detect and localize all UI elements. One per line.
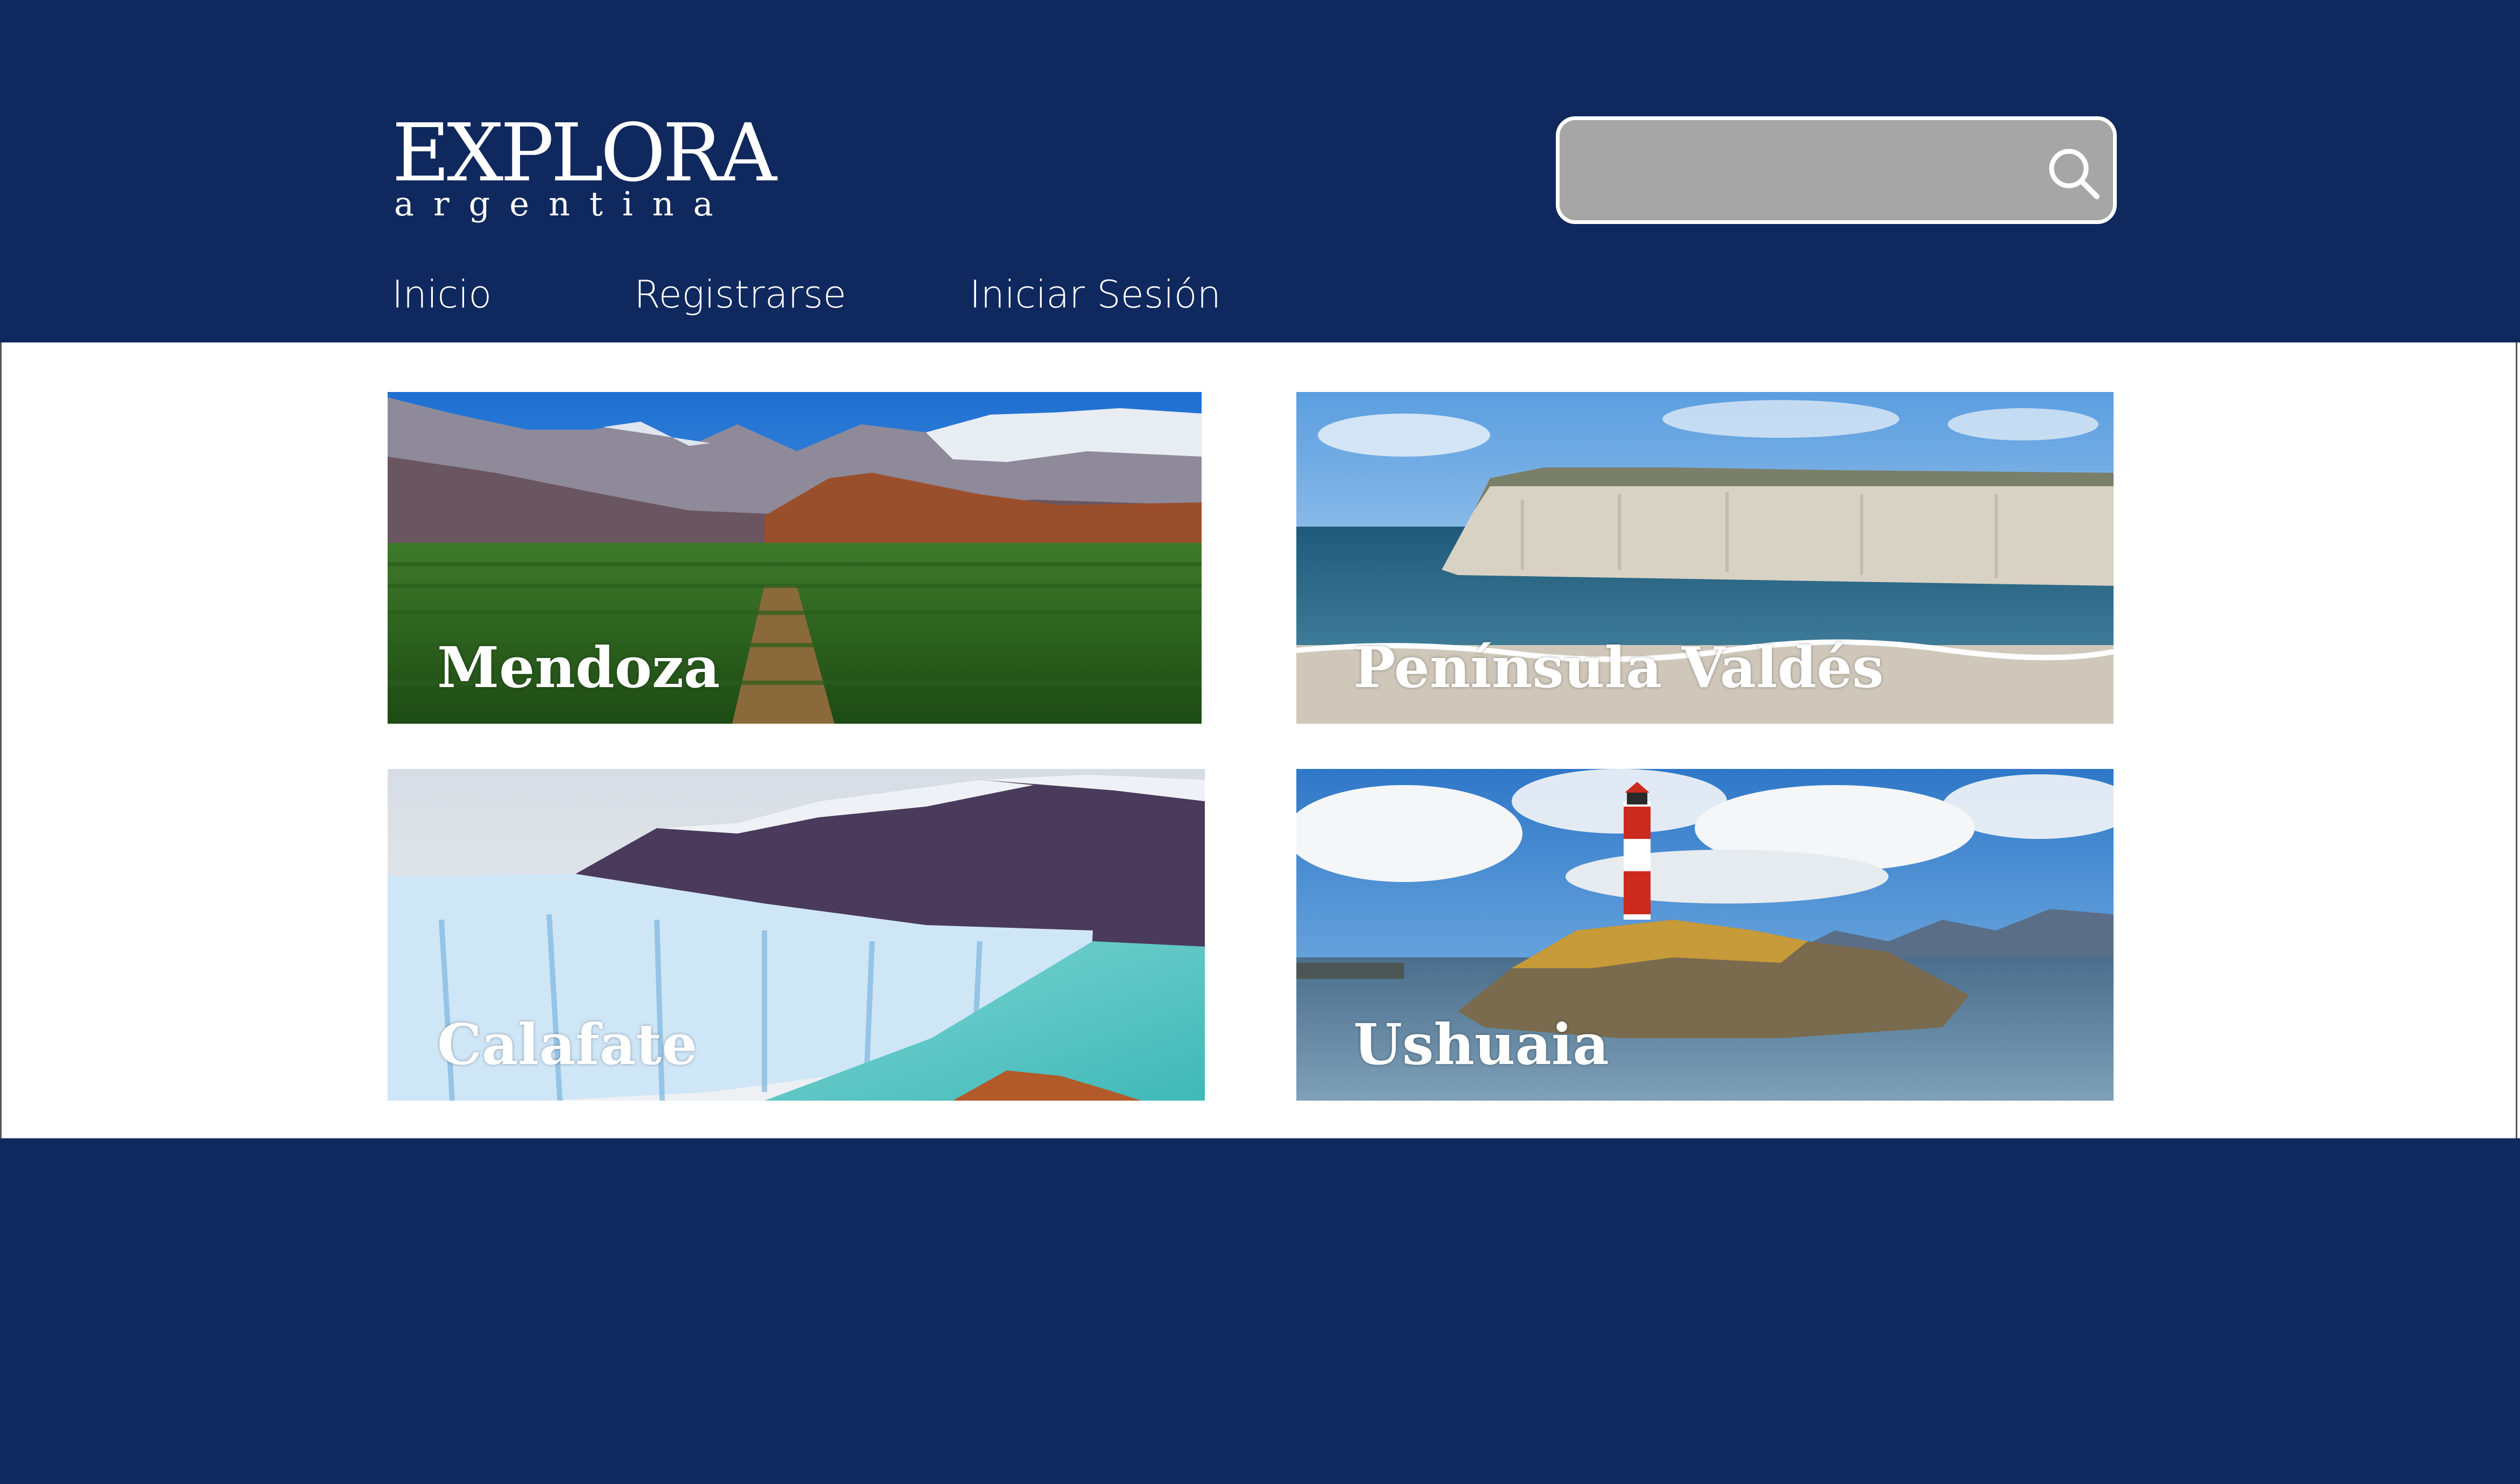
- search-bar: [1556, 116, 2117, 224]
- nav-link-registrarse[interactable]: Registrarse: [634, 270, 846, 319]
- explora-logo[interactable]: EXPLORA argentina: [392, 113, 777, 226]
- page-border-right: [2516, 342, 2517, 1138]
- destination-card-calafate[interactable]: Calafate: [388, 769, 1205, 1101]
- logo-subtitle: argentina: [394, 184, 733, 223]
- destination-label: Ushuaia: [1353, 1011, 1609, 1077]
- destination-card-ushuaia[interactable]: Ushuaia: [1296, 769, 2114, 1101]
- destination-label: Península Valdés: [1353, 634, 1884, 701]
- destination-label: Calafate: [437, 1011, 698, 1077]
- search-icon[interactable]: [2044, 144, 2103, 203]
- nav-link-iniciar-sesion[interactable]: Iniciar Sesión: [970, 270, 1221, 319]
- destination-card-mendoza[interactable]: Mendoza: [388, 392, 1202, 724]
- site-header: EXPLORA argentina Inicio Registrarse Ini…: [0, 0, 2520, 342]
- page-border-left: [0, 342, 2, 1138]
- site-footer: [0, 1138, 2520, 1484]
- nav-link-inicio[interactable]: Inicio: [392, 270, 492, 319]
- logo-wordmark: EXPLORA: [392, 107, 777, 199]
- destination-card-peninsula-valdes[interactable]: Península Valdés: [1296, 392, 2114, 724]
- destination-label: Mendoza: [437, 634, 720, 701]
- search-input[interactable]: [1581, 136, 2003, 205]
